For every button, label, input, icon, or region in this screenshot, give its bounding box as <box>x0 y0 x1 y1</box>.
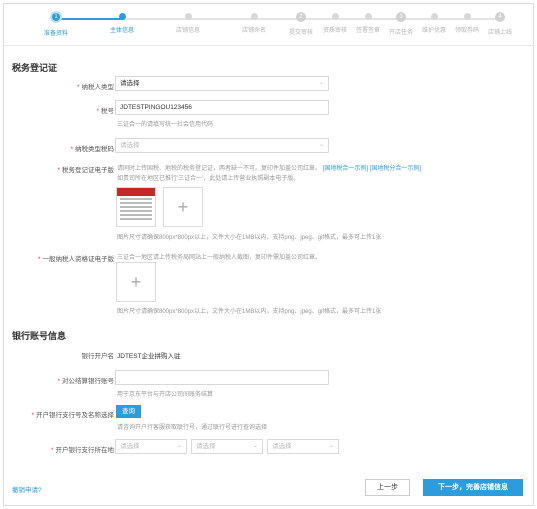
cancel-application-link[interactable]: 撤销申请? <box>12 484 42 494</box>
step-label: 店铺上线 <box>487 30 512 36</box>
tax-cert-thumbnail[interactable] <box>116 187 156 227</box>
chevron-down-icon: ⌄ <box>176 443 182 449</box>
tax-ecert-label: * 税务登记证电子版 <box>57 167 114 174</box>
step-11: 4 店铺上线 <box>470 12 530 36</box>
province-select[interactable]: 请选择 ⌄ <box>115 439 187 454</box>
tax-number-hint: 三证合一的请填写统一社会信用代码 <box>117 122 214 128</box>
tax-cert-size-hint: 图片尺寸请确保800px*800px以上，文件大小在1MB以内，支持png、jp… <box>117 235 382 241</box>
next-step-button[interactable]: 下一步，完善店铺信息 <box>423 479 523 496</box>
general-taxpayer-upload-button[interactable]: + <box>116 262 156 302</box>
account-name-label: 银行开户名 <box>81 353 115 360</box>
step-dot <box>118 13 126 20</box>
step-dot: 1 <box>50 11 62 23</box>
bank-branch-label: * 开户银行支行号及名称选择 <box>31 412 114 419</box>
account-name-value: JDTEST企业拼购入驻 <box>117 353 181 360</box>
step-3: 店铺信息 <box>158 12 218 34</box>
tax-cert-upload-button[interactable]: + <box>163 187 203 227</box>
application-form: 1 准备资料 主体信息 店铺信息 店铺命名 2 提交审核 资质审核 签署签章 3 <box>3 3 535 506</box>
step-dot: 4 <box>495 12 505 22</box>
tax-ecert-hint-2: 如贵司所在地区已推行'三证合一'，此处请上传营业执照副本电子版。 <box>117 176 300 182</box>
bank-branch-hint: 请咨询开户行客服获取联行号，通过联行号进行查询选择 <box>117 425 268 431</box>
step-dot <box>184 13 192 20</box>
account-number-input[interactable] <box>115 370 329 385</box>
progress-stepper: 1 准备资料 主体信息 店铺信息 店铺命名 2 提交审核 资质审核 签署签章 3 <box>4 4 535 46</box>
tax-number-input[interactable]: JDTESTPINGOU123456 <box>115 100 329 115</box>
city-select[interactable]: 请选择 ⌄ <box>191 439 263 454</box>
account-number-hint: 用于京东平台与开店公司间账务结算 <box>117 392 214 398</box>
tax-code-select[interactable]: 请选择 ⌄ <box>115 138 329 153</box>
step-label: 准备资料 <box>43 31 68 37</box>
step-1: 1 准备资料 <box>26 11 86 37</box>
previous-step-button[interactable]: 上一步 <box>365 479 410 496</box>
taxpayer-type-label: * 纳税人类型 <box>76 84 114 91</box>
step-label: 店铺信息 <box>175 28 200 34</box>
step-label: 主体信息 <box>109 28 134 34</box>
query-button[interactable]: 查询 <box>116 405 141 418</box>
tax-sample-link-2[interactable]: [国地税分合一示例] <box>370 166 421 172</box>
general-taxpayer-size-hint: 图片尺寸请确保800px*800px以上，文件大小在1MB以内，支持png、jp… <box>117 309 382 315</box>
general-taxpayer-label: * 一般纳税人资格证电子版 <box>37 256 114 263</box>
step-dot <box>250 13 258 20</box>
bank-location-label: * 开户银行支行所在地 <box>50 447 114 454</box>
tax-sample-link-1[interactable]: [国地税合一示例] <box>323 166 368 172</box>
tax-section-title: 税务登记证 <box>12 63 58 73</box>
bank-section-title: 银行账号信息 <box>12 331 67 341</box>
account-number-label: * 对公结算银行账号 <box>57 378 114 385</box>
tax-number-label: * 税号 <box>96 108 114 115</box>
tax-code-label: * 纳税类型税码 <box>70 146 114 153</box>
chevron-down-icon: ⌄ <box>318 142 324 148</box>
general-taxpayer-hint: 三证合一地区请上传税务局网站上一般纳税人截图，复印件需加盖公司红章。 <box>117 255 322 261</box>
chevron-down-icon: ⌄ <box>328 443 334 449</box>
chevron-down-icon: ⌄ <box>318 80 324 86</box>
chevron-down-icon: ⌄ <box>252 443 258 449</box>
tax-ecert-hint: 请同时上传国税、地税的税务登记证，两者缺一不可。复印件加盖公司红章。 [国地税合… <box>117 166 422 172</box>
taxpayer-type-select[interactable]: 请选择 ⌄ <box>115 76 329 91</box>
district-select[interactable]: 请选择 ⌄ <box>267 439 339 454</box>
step-2: 主体信息 <box>92 12 152 34</box>
